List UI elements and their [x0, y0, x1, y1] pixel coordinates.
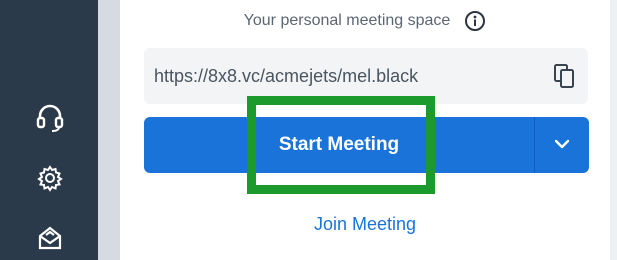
join-meeting-label: Join Meeting — [313, 213, 417, 234]
headset-icon[interactable] — [32, 100, 68, 136]
info-icon[interactable] — [464, 10, 486, 32]
meeting-space-label: Your personal meeting space — [243, 12, 451, 29]
chevron-down-icon — [554, 136, 570, 154]
meeting-space-header: Your personal meeting space — [120, 8, 610, 34]
sidebar — [0, 0, 98, 260]
meeting-url-text: https://8x8.vc/acmejets/mel.black — [154, 65, 419, 86]
highlight-box — [247, 96, 435, 194]
box-icon[interactable] — [32, 220, 68, 256]
copy-icon[interactable] — [550, 62, 578, 90]
sidebar-divider — [98, 0, 120, 260]
start-options-dropdown-button[interactable] — [535, 117, 589, 173]
join-meeting-link[interactable]: Join Meeting — [120, 210, 610, 238]
panel-right-edge — [610, 0, 617, 260]
meeting-panel: Your personal meeting space https://8x8.… — [120, 0, 610, 260]
gear-icon[interactable] — [32, 160, 68, 196]
